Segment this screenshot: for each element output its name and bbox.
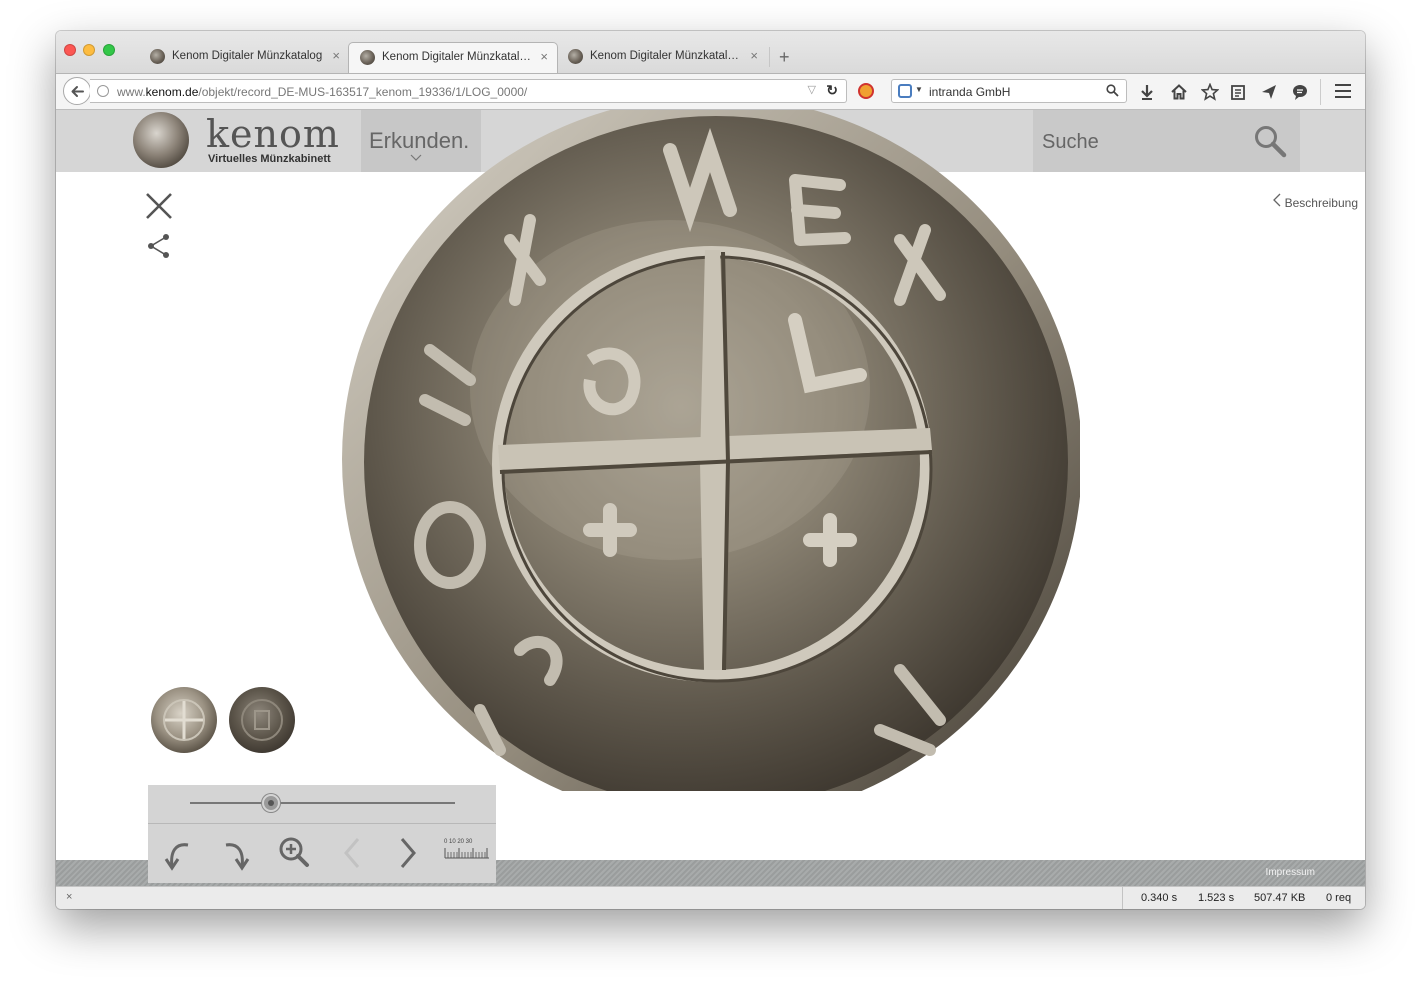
coin-reverse-thumbnail[interactable]: [229, 687, 295, 753]
tab-2[interactable]: Kenom Digitaler Münzkatalo… ×: [348, 42, 558, 73]
history-dropdown-icon[interactable]: ▽: [808, 83, 816, 96]
chat-icon[interactable]: [1291, 83, 1309, 101]
search-engine-icon[interactable]: [898, 84, 912, 98]
imprint-link[interactable]: Impressum: [1266, 867, 1315, 878]
site-logo-subtitle: Virtuelles Münzkabinett: [208, 153, 331, 165]
send-icon[interactable]: [1260, 83, 1278, 101]
load-time-2: 1.523 s: [1198, 892, 1235, 904]
zoom-in-icon[interactable]: [278, 835, 310, 871]
coin-favicon-icon: [360, 50, 375, 65]
reading-list-icon[interactable]: [1229, 83, 1247, 101]
search-engine-label: intranda GmbH: [929, 85, 1011, 99]
coin-image[interactable]: [340, 110, 1080, 791]
reload-icon[interactable]: ↻: [826, 82, 838, 99]
next-icon[interactable]: [396, 835, 420, 871]
globe-icon: [97, 85, 109, 97]
search-bar[interactable]: ▼ intranda GmbH: [891, 79, 1127, 103]
tab-strip: Kenom Digitaler Münzkatalog × Kenom Digi…: [56, 31, 1365, 73]
home-icon[interactable]: [1170, 83, 1188, 101]
rotate-right-icon[interactable]: [220, 835, 250, 871]
tab-1[interactable]: Kenom Digitaler Münzkatalog ×: [139, 42, 349, 73]
status-bar: × 0.340 s 1.523 s 507.47 KB 0 req: [56, 886, 1365, 909]
coin-favicon-icon: [568, 49, 583, 64]
web-page: kenom Virtuelles Münzkabinett Erkunden. …: [56, 110, 1365, 886]
request-count: 0 req: [1326, 892, 1352, 904]
statusbar-close-icon[interactable]: ×: [66, 891, 72, 903]
search-icon[interactable]: [1253, 124, 1287, 158]
zoom-slider-handle[interactable]: [262, 794, 280, 812]
toolbar-separator: [1320, 79, 1321, 105]
tab-title: Kenom Digitaler Münzkatalo…: [382, 51, 534, 63]
engine-dropdown-icon[interactable]: ▼: [915, 85, 923, 94]
previous-icon[interactable]: [340, 835, 364, 871]
page-size: 507.47 KB: [1254, 892, 1306, 904]
url-text: www.kenom.de/objekt/record_DE-MUS-163517…: [117, 85, 528, 99]
tab-close-icon[interactable]: ×: [540, 49, 548, 64]
tab-title: Kenom Digitaler Münzkatalog: [172, 50, 323, 62]
bookmark-star-icon[interactable]: [1201, 83, 1219, 101]
menu-icon[interactable]: [1335, 84, 1351, 98]
chevron-left-icon: [1272, 193, 1281, 207]
download-icon[interactable]: [1138, 83, 1156, 101]
share-icon[interactable]: [146, 233, 172, 259]
load-time-1: 0.340 s: [1141, 892, 1178, 904]
coin-obverse-thumbnail[interactable]: [151, 687, 217, 753]
zoom-slider-track[interactable]: [190, 802, 455, 804]
scale-ruler-icon: 0 10 20 30: [444, 839, 490, 864]
navigation-bar: www.kenom.de/objekt/record_DE-MUS-163517…: [56, 73, 1365, 110]
close-window-button[interactable]: [64, 44, 76, 56]
description-label: Beschreibung: [1284, 196, 1358, 210]
zoom-window-button[interactable]: [103, 44, 115, 56]
tab-3[interactable]: Kenom Digitaler Münzkatalo… ×: [557, 42, 767, 73]
search-icon[interactable]: [1106, 84, 1119, 97]
new-tab-button[interactable]: +: [779, 47, 790, 67]
tab-divider: [769, 47, 770, 67]
coin-favicon-icon: [150, 49, 165, 64]
adblock-icon[interactable]: [858, 83, 874, 99]
tab-close-icon[interactable]: ×: [332, 48, 340, 63]
performance-stats: 0.340 s 1.523 s 507.47 KB 0 req: [1122, 887, 1365, 909]
close-viewer-icon[interactable]: [144, 191, 174, 221]
description-link[interactable]: Beschreibung: [1272, 193, 1358, 210]
viewer-controls: 0 10 20 30: [148, 785, 496, 883]
back-button[interactable]: [63, 77, 91, 105]
site-logo-name[interactable]: kenom: [206, 112, 340, 156]
browser-window: Kenom Digitaler Münzkatalog × Kenom Digi…: [56, 31, 1365, 909]
back-arrow-icon: [71, 86, 84, 97]
rotate-left-icon[interactable]: [164, 835, 194, 871]
minimize-window-button[interactable]: [83, 44, 95, 56]
controls-divider: [148, 823, 496, 824]
logo-coin-icon[interactable]: [133, 112, 189, 168]
tab-close-icon[interactable]: ×: [750, 48, 758, 63]
tab-title: Kenom Digitaler Münzkatalo…: [590, 50, 742, 62]
address-bar[interactable]: www.kenom.de/objekt/record_DE-MUS-163517…: [90, 79, 847, 103]
